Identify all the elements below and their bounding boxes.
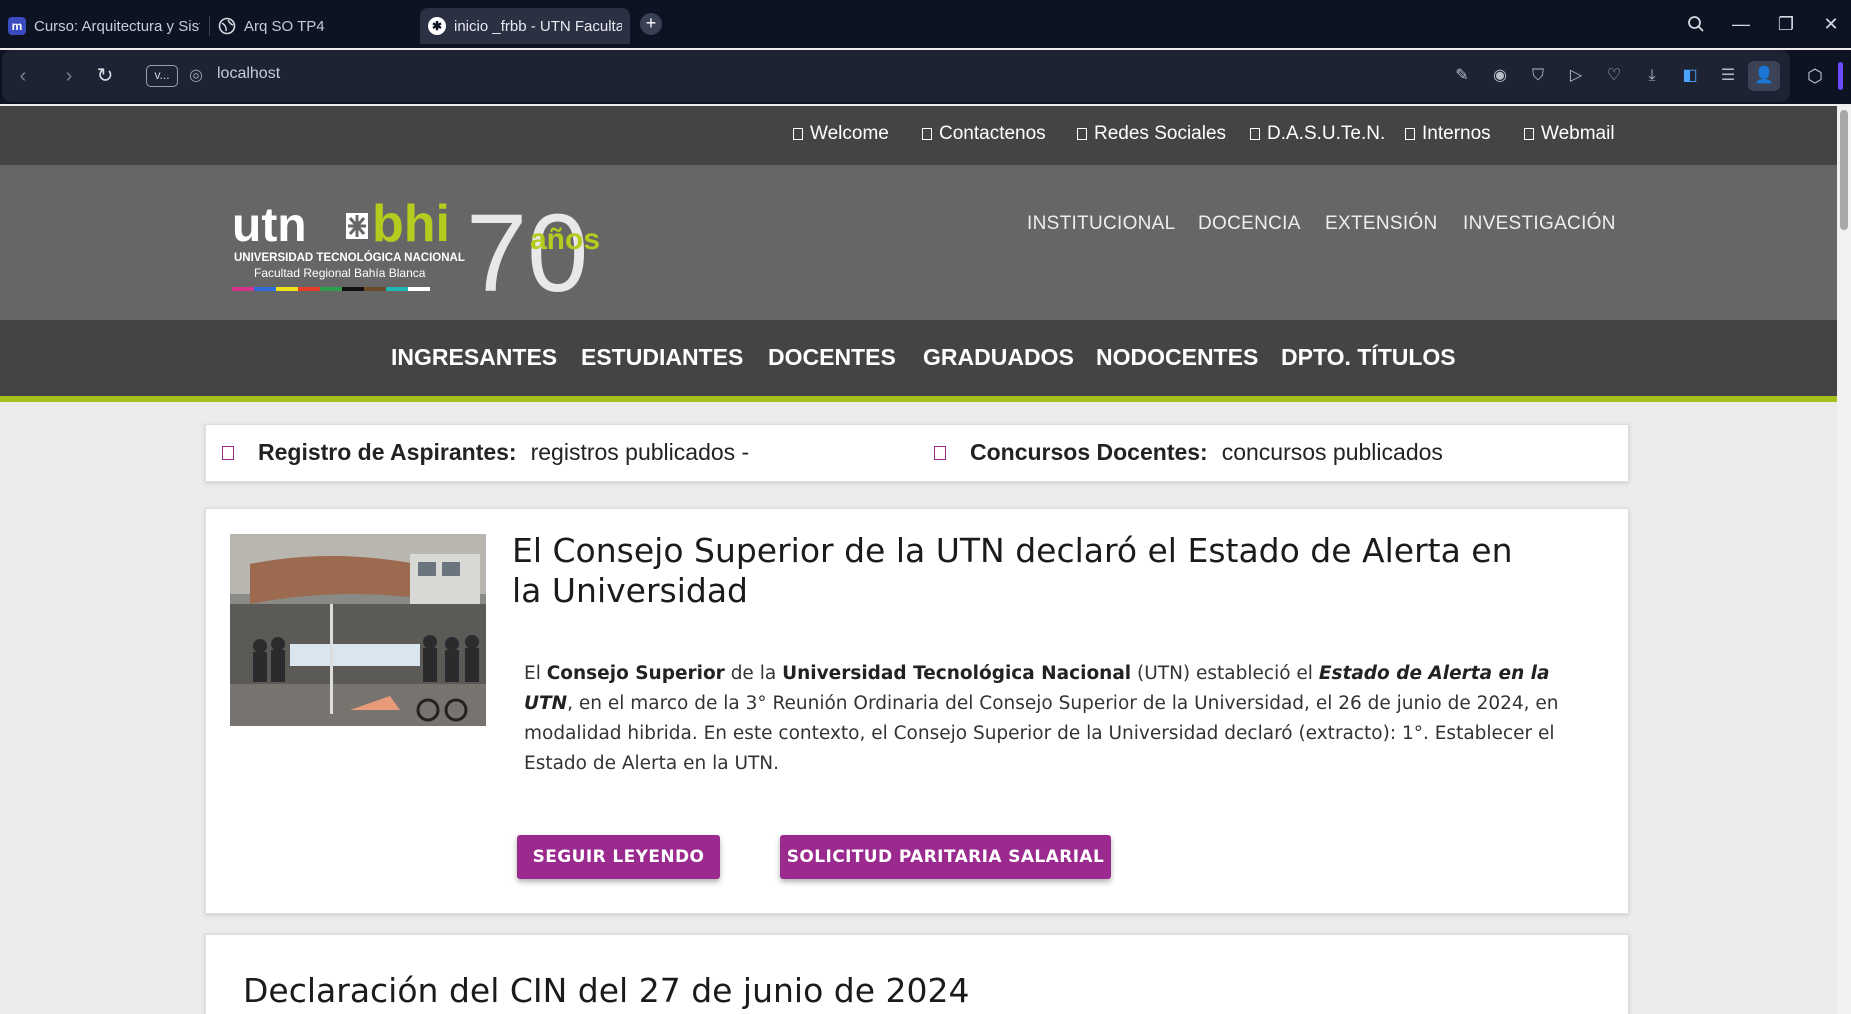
cat-ingresantes[interactable]: INGRESANTES	[391, 344, 557, 371]
utn-bhi-logo[interactable]: utn bhi UNIVERSIDAD TECNOLÓGICA NACIONAL…	[228, 191, 648, 301]
cat-graduados[interactable]: GRADUADOS	[923, 344, 1074, 371]
square-icon	[922, 128, 932, 140]
nav-institucional[interactable]: INSTITUCIONAL	[1027, 213, 1176, 235]
square-icon	[1250, 128, 1260, 140]
reload-icon[interactable]: ↻	[92, 63, 118, 89]
extensions-icon[interactable]: ⬡	[1802, 63, 1828, 89]
notice-text: concursos publicados	[1221, 439, 1443, 465]
globe-icon	[218, 17, 236, 35]
article-title[interactable]: Declaración del CIN del 27 de junio de 2…	[243, 971, 970, 1011]
article-card: El Consejo Superior de la UTN declaró el…	[205, 508, 1629, 914]
new-tab-button[interactable]: +	[640, 13, 662, 35]
tab-label: inicio _frbb - UTN Facultad	[454, 17, 622, 35]
profile-icon[interactable]: 👤	[1748, 61, 1780, 91]
cat-nodocentes[interactable]: NODOCENTES	[1096, 344, 1258, 371]
notice-text: registros publicados -	[530, 439, 750, 465]
logo-color-stripe	[232, 287, 430, 291]
tab-arq-so[interactable]: Arq SO TP4	[210, 8, 410, 44]
nav-extension[interactable]: EXTENSIÓN	[1325, 213, 1438, 235]
browser-toolbar: ‹ › ↻ v... ◎ localhost ✎ ◉ ⛉ ▷ ♡ ⤓ ◧ ☰ 👤…	[0, 50, 1851, 104]
nav-docencia[interactable]: DOCENCIA	[1198, 213, 1301, 235]
square-icon	[1524, 128, 1534, 140]
page-viewport: Welcome Contactenos Redes Sociales D.A.S…	[0, 106, 1851, 1014]
tab-inicio-frbb[interactable]: ✱ inicio _frbb - UTN Facultad	[420, 8, 630, 44]
square-icon	[1077, 128, 1087, 140]
link-redes-sociales[interactable]: Redes Sociales	[1077, 123, 1226, 145]
square-icon	[793, 128, 803, 140]
vpn-pill[interactable]: v...	[146, 65, 178, 87]
link-internos[interactable]: Internos	[1405, 123, 1491, 145]
camera-icon[interactable]: ◉	[1488, 64, 1512, 88]
sidebar-accent	[1838, 62, 1843, 90]
close-icon[interactable]: ✕	[1816, 10, 1846, 38]
link-contactenos[interactable]: Contactenos	[922, 123, 1046, 145]
utn-icon: ✱	[428, 17, 446, 35]
download-icon[interactable]: ⤓	[1640, 64, 1664, 88]
notice-title: Concursos Docentes:	[970, 439, 1208, 465]
cat-estudiantes[interactable]: ESTUDIANTES	[581, 344, 743, 371]
tab-label: Arq SO TP4	[244, 17, 325, 35]
square-icon	[222, 445, 234, 460]
link-dasuten[interactable]: D.A.S.U.Te.N.	[1250, 123, 1385, 145]
logo-bhi-text: bhi	[372, 195, 450, 253]
sidebar-icon[interactable]: ◧	[1678, 64, 1702, 88]
site-header: utn bhi UNIVERSIDAD TECNOLÓGICA NACIONAL…	[0, 165, 1837, 320]
logo-line2: Facultad Regional Bahía Blanca	[254, 266, 426, 280]
category-bar: INGRESANTES ESTUDIANTES DOCENTES GRADUAD…	[0, 320, 1837, 402]
minimize-icon[interactable]: —	[1726, 10, 1756, 38]
notice-strip: Registro de Aspirantes: registros public…	[205, 424, 1629, 482]
article-card: Declaración del CIN del 27 de junio de 2…	[205, 934, 1629, 1014]
browser-tab-bar: m Curso: Arquitectura y Siste Arq SO TP4…	[0, 0, 1851, 48]
address-bar[interactable]: ‹ › ↻ v... ◎ localhost ✎ ◉ ⛉ ▷ ♡ ⤓ ◧ ☰ 👤	[2, 50, 1790, 102]
site-info-icon[interactable]: ◎	[186, 66, 206, 86]
cat-docentes[interactable]: DOCENTES	[768, 344, 896, 371]
cat-dpto-titulos[interactable]: DPTO. TÍTULOS	[1281, 344, 1456, 371]
tab-label: Curso: Arquitectura y Siste	[34, 17, 200, 35]
logo-anos-text: años	[530, 223, 600, 256]
nav-investigacion[interactable]: INVESTIGACIÓN	[1463, 213, 1616, 235]
paritaria-button[interactable]: SOLICITUD PARITARIA SALARIAL	[780, 835, 1111, 879]
logo-utn-text: utn	[232, 199, 307, 252]
article-excerpt: El Consejo Superior de la Universidad Te…	[524, 663, 1559, 774]
logo-line1: UNIVERSIDAD TECNOLÓGICA NACIONAL	[234, 251, 465, 264]
send-icon[interactable]: ▷	[1564, 64, 1588, 88]
article-title[interactable]: El Consejo Superior de la UTN declaró el…	[512, 531, 1552, 611]
notice-registro[interactable]: Registro de Aspirantes: registros public…	[222, 439, 749, 466]
search-tabs-icon[interactable]	[1681, 10, 1711, 38]
shield-icon[interactable]: ⛉	[1526, 64, 1550, 88]
back-icon[interactable]: ‹	[10, 63, 36, 89]
tab-curso[interactable]: m Curso: Arquitectura y Siste	[0, 8, 208, 44]
restore-icon[interactable]: ❐	[1771, 10, 1801, 38]
read-more-button[interactable]: SEGUIR LEYENDO	[517, 835, 720, 879]
edit-icon[interactable]: ✎	[1450, 64, 1474, 88]
square-icon	[934, 445, 946, 460]
moodle-icon: m	[8, 17, 26, 35]
page-scrollbar[interactable]	[1837, 106, 1851, 1014]
heart-icon[interactable]: ♡	[1602, 64, 1626, 88]
utility-bar: Welcome Contactenos Redes Sociales D.A.S…	[0, 106, 1837, 165]
link-webmail[interactable]: Webmail	[1524, 123, 1615, 145]
notice-concursos[interactable]: Concursos Docentes: concursos publicados	[934, 439, 1443, 466]
utn-emblem-icon	[346, 213, 368, 239]
url-text[interactable]: localhost	[217, 65, 280, 83]
square-icon	[1405, 128, 1415, 140]
link-welcome[interactable]: Welcome	[793, 123, 889, 145]
menu-icon[interactable]: ☰	[1716, 64, 1740, 88]
article-photo[interactable]	[230, 534, 486, 726]
forward-icon[interactable]: ›	[56, 63, 82, 89]
scrollbar-thumb[interactable]	[1840, 110, 1848, 230]
notice-title: Registro de Aspirantes:	[258, 439, 517, 465]
